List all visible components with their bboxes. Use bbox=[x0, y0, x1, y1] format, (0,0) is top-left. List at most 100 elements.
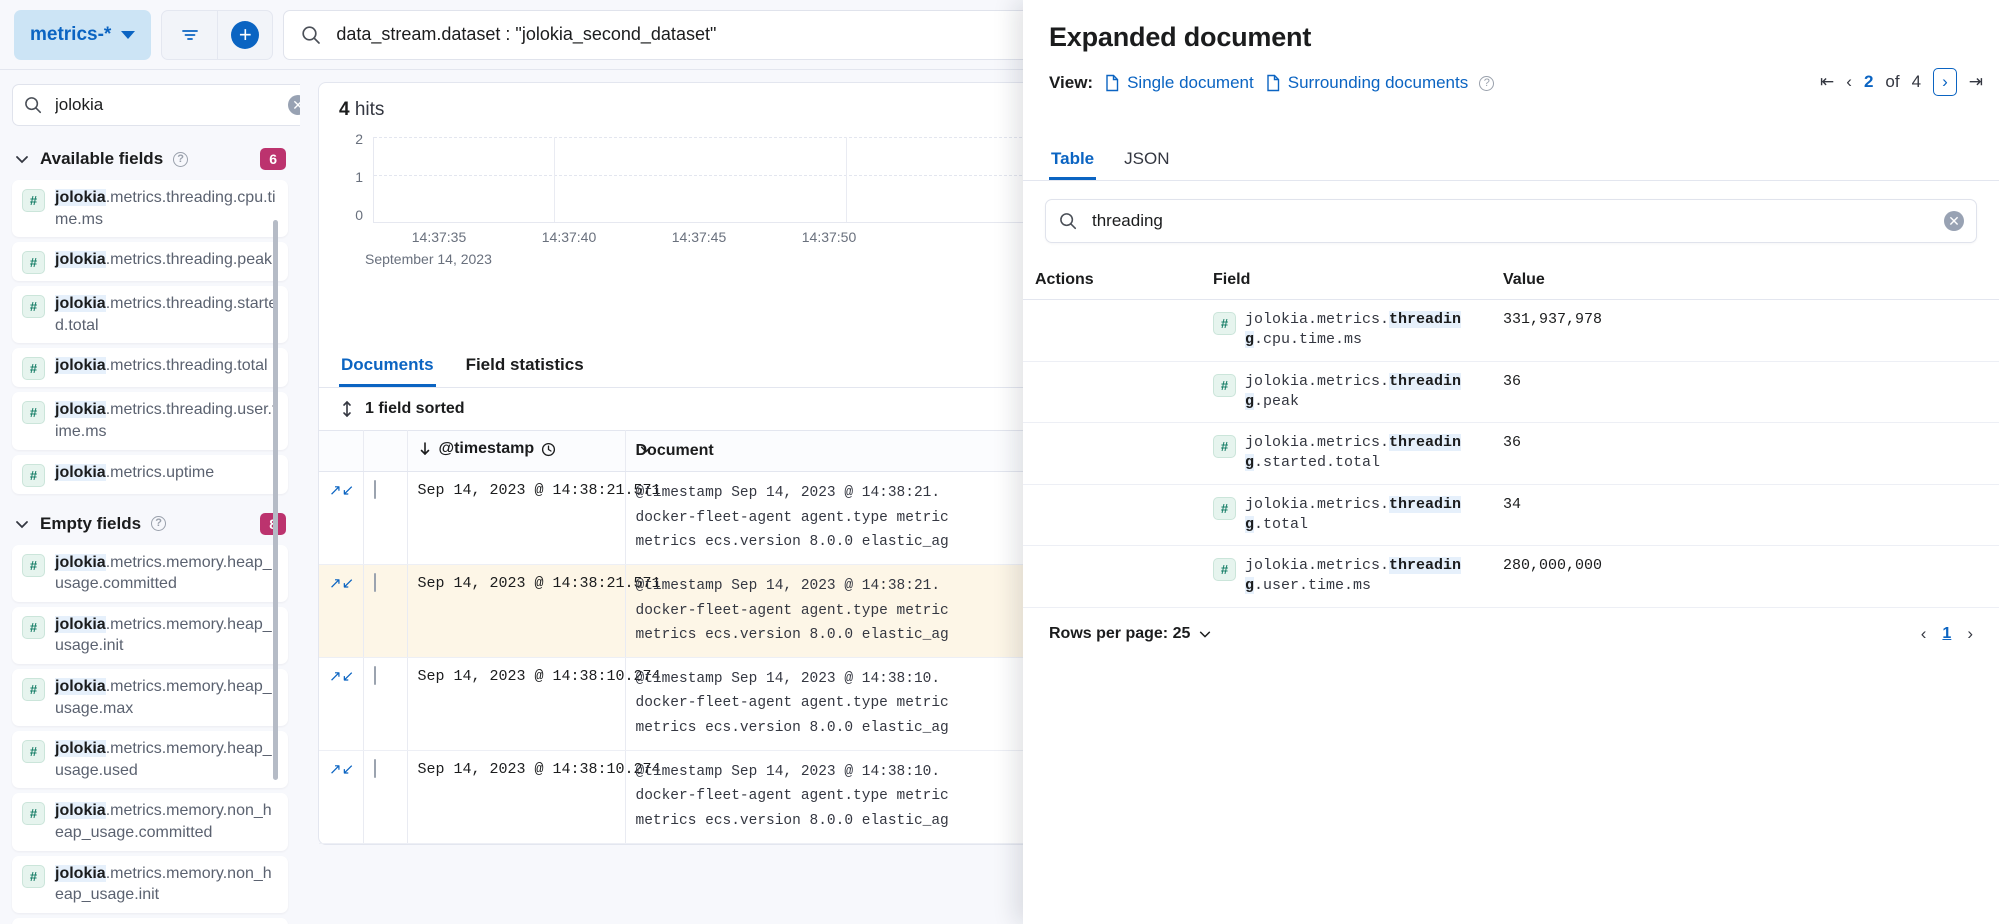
help-icon[interactable]: ? bbox=[151, 516, 166, 531]
tab-table[interactable]: Table bbox=[1049, 139, 1096, 180]
table-row[interactable]: #jolokia.metrics.threading.cpu.time.ms33… bbox=[1023, 300, 1999, 362]
x-tick-2: 14:37:45 bbox=[672, 229, 727, 245]
cell-actions[interactable] bbox=[1023, 361, 1201, 423]
empty-fields-header[interactable]: Empty fields ? 8 bbox=[0, 499, 300, 545]
expand-icon: ↗↙ bbox=[329, 761, 354, 778]
table-row[interactable]: #jolokia.metrics.threading.total34 bbox=[1023, 484, 1999, 546]
search-input[interactable] bbox=[53, 94, 278, 116]
list-item[interactable]: # jolokia.metrics.memory.heap_usage.max bbox=[12, 669, 288, 726]
surrounding-documents-link[interactable]: Surrounding documents bbox=[1265, 73, 1469, 93]
list-item[interactable]: #jolokia.metrics.uptime bbox=[12, 455, 288, 494]
header-field: Field bbox=[1201, 261, 1491, 300]
list-item[interactable]: #jolokia.metrics.memory.non_heap_usage.c… bbox=[12, 793, 288, 850]
expand-row-button[interactable]: ↗↙ bbox=[319, 657, 363, 750]
header-timestamp[interactable]: @timestamp bbox=[407, 431, 625, 472]
number-type-icon: # bbox=[1213, 558, 1236, 581]
add-filter-button[interactable]: + bbox=[217, 11, 272, 59]
cell-value: 331,937,978 bbox=[1491, 300, 1999, 362]
previous-page-icon[interactable]: ‹ bbox=[1921, 624, 1927, 644]
expand-row-button[interactable]: ↗↙ bbox=[319, 472, 363, 565]
search-input[interactable] bbox=[1090, 210, 1932, 232]
document-pager: ⇤ ‹ 2 of 4 › ⇥ bbox=[1820, 68, 1983, 96]
tab-documents[interactable]: Documents bbox=[339, 341, 436, 387]
field-name: jolokia.metrics.memory.heap_usage.init bbox=[55, 614, 278, 657]
list-item[interactable]: #jolokia.metrics.memory.non_heap_usage.i… bbox=[12, 856, 288, 913]
data-view-label: metrics-* bbox=[30, 24, 111, 46]
number-type-icon: # bbox=[22, 740, 45, 763]
filter-button-group: + bbox=[161, 10, 273, 60]
sidebar-scrollbar[interactable] bbox=[273, 220, 278, 780]
document-fields-table: Actions Field Value #jolokia.metrics.thr… bbox=[1023, 261, 1999, 608]
field-name: jolokia.metrics.memory.heap_usage.commit… bbox=[55, 552, 278, 595]
expand-row-button[interactable]: ↗↙ bbox=[319, 750, 363, 843]
field-name: jolokia.metrics.memory.heap_usage.max bbox=[55, 676, 278, 719]
list-item[interactable]: #jolokia.metrics.memory.heap_usage.init bbox=[12, 607, 288, 664]
field-name: jolokia.metrics.threading.peak bbox=[55, 249, 272, 271]
number-type-icon: # bbox=[22, 464, 45, 487]
number-type-icon: # bbox=[22, 554, 45, 577]
list-item[interactable]: # jolokia.metrics.memory.heap_usage.commi… bbox=[12, 545, 288, 602]
table-row[interactable]: #jolokia.metrics.threading.started.total… bbox=[1023, 423, 1999, 485]
cell-field: #jolokia.metrics.threading.peak bbox=[1201, 361, 1491, 423]
next-page-icon[interactable]: › bbox=[1967, 624, 1973, 644]
cell-value: 280,000,000 bbox=[1491, 546, 1999, 608]
surrounding-documents-label: Surrounding documents bbox=[1288, 73, 1469, 93]
tab-field-statistics[interactable]: Field statistics bbox=[464, 341, 586, 387]
rows-per-page-button[interactable]: Rows per page: 25 bbox=[1049, 625, 1212, 643]
cell-actions[interactable] bbox=[1023, 300, 1201, 362]
single-document-link[interactable]: Single document bbox=[1104, 73, 1254, 93]
page-total: 4 bbox=[1912, 72, 1921, 92]
number-type-icon: # bbox=[1213, 497, 1236, 520]
y-tick-0: 0 bbox=[329, 207, 363, 223]
list-item[interactable]: #jolokia.metrics.threading.user.time.ms bbox=[12, 392, 288, 449]
clear-search-icon[interactable]: ✕ bbox=[1944, 211, 1964, 231]
number-type-icon: # bbox=[22, 189, 45, 212]
row-checkbox[interactable] bbox=[363, 472, 407, 565]
flyout-title: Expanded document bbox=[1049, 22, 1973, 53]
expand-row-button[interactable]: ↗↙ bbox=[319, 564, 363, 657]
cell-actions[interactable] bbox=[1023, 484, 1201, 546]
list-item[interactable]: #jolokia.metrics.memory.non_heap_usage.m… bbox=[12, 918, 288, 924]
field-search-box[interactable]: ✕ bbox=[12, 84, 300, 126]
search-icon bbox=[300, 24, 322, 46]
cell-actions[interactable] bbox=[1023, 423, 1201, 485]
number-type-icon: # bbox=[22, 678, 45, 701]
table-row[interactable]: #jolokia.metrics.threading.peak36 bbox=[1023, 361, 1999, 423]
cell-value: 34 bbox=[1491, 484, 1999, 546]
row-checkbox[interactable] bbox=[363, 564, 407, 657]
available-fields-header[interactable]: Available fields ? 6 bbox=[0, 134, 300, 180]
cell-field: #jolokia.metrics.threading.total bbox=[1201, 484, 1491, 546]
cell-timestamp: Sep 14, 2023 @ 14:38:10.274 bbox=[407, 750, 625, 843]
field-name: jolokia.metrics.memory.heap_usage.used bbox=[55, 738, 278, 781]
cell-actions[interactable] bbox=[1023, 546, 1201, 608]
header-timestamp-label: @timestamp bbox=[439, 440, 535, 458]
x-tick-0: 14:37:35 bbox=[412, 229, 467, 245]
clear-search-icon[interactable]: ✕ bbox=[288, 95, 300, 115]
hits-count: 4 bbox=[339, 99, 350, 120]
field-name: jolokia.metrics.threading.cpu.time.ms bbox=[55, 187, 278, 230]
row-checkbox[interactable] bbox=[363, 750, 407, 843]
list-item[interactable]: #jolokia.metrics.threading.peak bbox=[12, 242, 288, 281]
data-view-picker[interactable]: metrics-* bbox=[14, 10, 151, 60]
header-actions: Actions bbox=[1023, 261, 1201, 300]
expand-icon: ↗↙ bbox=[329, 668, 354, 685]
field-filter-search[interactable]: ✕ bbox=[1045, 199, 1977, 243]
previous-page-icon[interactable]: ‹ bbox=[1846, 72, 1852, 92]
x-tick-1: 14:37:40 bbox=[542, 229, 597, 245]
list-item[interactable]: #jolokia.metrics.threading.started.total bbox=[12, 286, 288, 343]
row-checkbox[interactable] bbox=[363, 657, 407, 750]
list-item[interactable]: # jolokia.metrics.memory.heap_usage.used bbox=[12, 731, 288, 788]
list-item[interactable]: #jolokia.metrics.threading.total bbox=[12, 348, 288, 387]
last-page-icon[interactable]: ⇥ bbox=[1969, 72, 1983, 92]
sort-icon bbox=[339, 400, 355, 418]
page-number-1[interactable]: 1 bbox=[1942, 625, 1951, 643]
list-item[interactable]: # jolokia.metrics.threading.cpu.time.ms bbox=[12, 180, 288, 237]
help-icon[interactable]: ? bbox=[173, 152, 188, 167]
filter-icon[interactable] bbox=[162, 11, 217, 59]
first-page-icon[interactable]: ⇤ bbox=[1820, 72, 1834, 92]
tab-json[interactable]: JSON bbox=[1122, 139, 1171, 180]
table-row[interactable]: #jolokia.metrics.threading.user.time.ms2… bbox=[1023, 546, 1999, 608]
document-icon bbox=[1265, 74, 1281, 92]
help-icon[interactable]: ? bbox=[1479, 76, 1494, 91]
next-page-icon[interactable]: › bbox=[1933, 68, 1957, 96]
